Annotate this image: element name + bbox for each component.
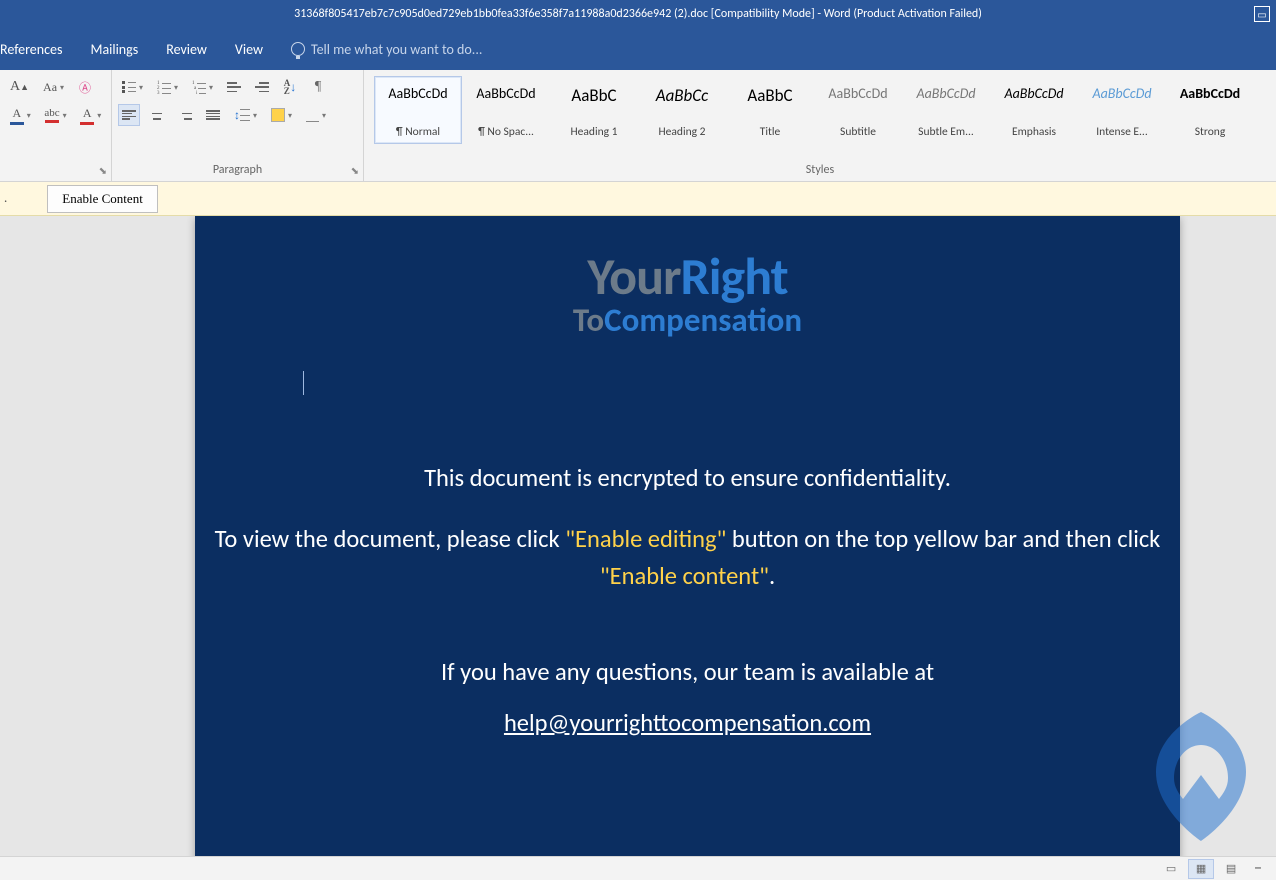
bullets-button[interactable]: ▾ (118, 76, 147, 98)
security-warning-bar: . Enable Content (0, 182, 1276, 216)
zoom-out-button[interactable]: − (1248, 859, 1268, 878)
window-title: 31368f805417eb7c7c905d0ed729eb1bb0fea33f… (294, 7, 982, 21)
menu-bar: References Mailings Review View Tell me … (0, 28, 1276, 70)
styles-gallery: AaBbCcDd¶ NormalAaBbCcDd¶ No Spac...AaBb… (370, 74, 1270, 144)
document-email: help@yourrighttocompensation.com (195, 705, 1180, 742)
web-layout-button[interactable]: ▤ (1218, 859, 1244, 879)
document-page: YourRight ToCompensation This document i… (195, 216, 1180, 856)
read-mode-button[interactable]: ▭ (1158, 859, 1184, 879)
tell-me-search[interactable]: Tell me what you want to do... (291, 41, 482, 58)
ribbon-display-options-icon[interactable]: ▭ (1254, 6, 1270, 22)
multilevel-list-button[interactable]: 1ai▾ (188, 76, 217, 98)
status-bar: ▭ ▦ ▤ − (0, 856, 1276, 880)
font-group: A▲ Aa▾ Ⓐ A▾ abc▾ A▾ ⬊ (0, 70, 112, 181)
highlight-button[interactable]: abc▾ (41, 104, 71, 126)
align-right-button[interactable] (174, 104, 196, 126)
align-center-button[interactable] (146, 104, 168, 126)
increase-indent-button[interactable] (251, 76, 273, 98)
document-logo: YourRight ToCompensation (195, 216, 1180, 340)
tab-review[interactable]: Review (166, 41, 207, 58)
enable-content-button[interactable]: Enable Content (47, 185, 158, 213)
style-heading-1[interactable]: AaBbCHeading 1 (550, 76, 638, 144)
paragraph-group: ▾ 123▾ 1ai▾ AZ↓ ¶ ↕▾ ▾ ▾ Paragraph ⬊ (112, 70, 364, 181)
numbering-button[interactable]: 123▾ (153, 76, 182, 98)
style-strong[interactable]: AaBbCcDdStrong (1166, 76, 1254, 144)
borders-button[interactable]: ▾ (302, 104, 330, 126)
line-spacing-button[interactable]: ↕▾ (230, 104, 261, 126)
grow-font-button[interactable]: A▲ (6, 76, 33, 98)
font-color-a-button[interactable]: A▾ (6, 104, 35, 126)
sort-button[interactable]: AZ↓ (279, 76, 301, 98)
paragraph-group-label: Paragraph (118, 163, 357, 179)
lightbulb-icon (291, 42, 305, 56)
document-paragraph-2: To view the document, please click "Enab… (195, 521, 1180, 595)
styles-group-label: Styles (370, 163, 1270, 179)
font-group-label (6, 177, 105, 179)
security-warning-text: . (4, 191, 7, 206)
title-bar: 31368f805417eb7c7c905d0ed729eb1bb0fea33f… (0, 0, 1276, 28)
font-dialog-launcher[interactable]: ⬊ (99, 164, 107, 177)
tab-references[interactable]: References (0, 41, 62, 58)
style-title[interactable]: AaBbCTitle (726, 76, 814, 144)
style-heading-2[interactable]: AaBbCcHeading 2 (638, 76, 726, 144)
tab-mailings[interactable]: Mailings (90, 41, 138, 58)
styles-group: AaBbCcDd¶ NormalAaBbCcDd¶ No Spac...AaBb… (364, 70, 1276, 181)
style-subtitle[interactable]: AaBbCcDdSubtitle (814, 76, 902, 144)
show-hide-pilcrow-button[interactable]: ¶ (307, 76, 329, 98)
text-cursor (303, 371, 304, 395)
paragraph-dialog-launcher[interactable]: ⬊ (351, 164, 359, 177)
decrease-indent-button[interactable] (223, 76, 245, 98)
font-color-button[interactable]: A▾ (76, 104, 105, 126)
tab-view[interactable]: View (235, 41, 263, 58)
email-link[interactable]: help@yourrighttocompensation.com (504, 708, 871, 738)
print-layout-button[interactable]: ▦ (1188, 859, 1214, 879)
style-intense-e-[interactable]: AaBbCcDdIntense E... (1078, 76, 1166, 144)
document-paragraph-3: If you have any questions, our team is a… (195, 654, 1180, 691)
ribbon: A▲ Aa▾ Ⓐ A▾ abc▾ A▾ ⬊ ▾ 123▾ 1ai▾ AZ↓ ¶ (0, 70, 1276, 182)
style-normal[interactable]: AaBbCcDd¶ Normal (374, 76, 462, 144)
change-case-button[interactable]: Aa▾ (39, 76, 68, 98)
clear-formatting-button[interactable]: Ⓐ (74, 76, 96, 98)
tell-me-placeholder: Tell me what you want to do... (311, 41, 482, 58)
document-canvas[interactable]: YourRight ToCompensation This document i… (0, 216, 1276, 856)
style-no-spac-[interactable]: AaBbCcDd¶ No Spac... (462, 76, 550, 144)
shading-button[interactable]: ▾ (267, 104, 296, 126)
justify-button[interactable] (202, 104, 224, 126)
document-paragraph-1: This document is encrypted to ensure con… (195, 460, 1180, 497)
align-left-button[interactable] (118, 104, 140, 126)
style-emphasis[interactable]: AaBbCcDdEmphasis (990, 76, 1078, 144)
malwarebytes-watermark-icon (1126, 700, 1276, 850)
style-subtle-em-[interactable]: AaBbCcDdSubtle Em... (902, 76, 990, 144)
